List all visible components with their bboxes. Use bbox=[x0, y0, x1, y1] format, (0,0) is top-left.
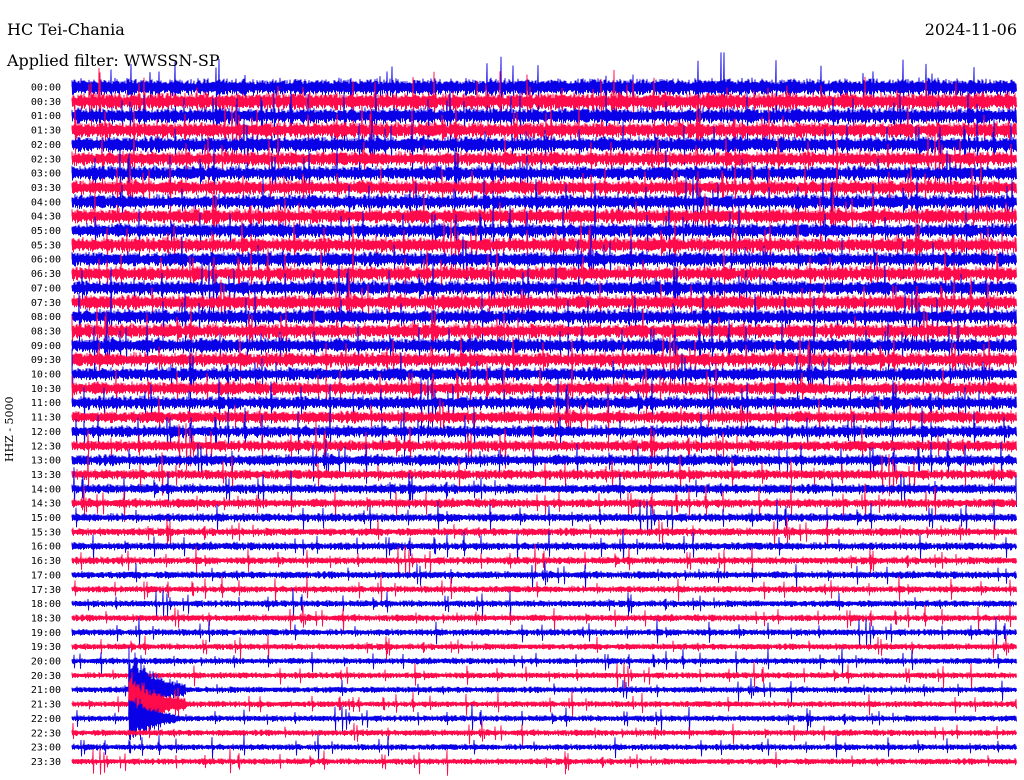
row-tick-label: 21:00 bbox=[31, 685, 61, 696]
row-tick-label: 17:00 bbox=[31, 570, 61, 581]
row-tick-label: 15:30 bbox=[31, 527, 61, 538]
trace-row-1830 bbox=[71, 604, 1017, 633]
row-tick-label: 00:30 bbox=[31, 97, 61, 108]
row-tick-label: 04:00 bbox=[31, 197, 61, 208]
trace-row-2030 bbox=[71, 661, 1017, 690]
row-label-layer: 00:00 00:30 01:00 01:30 02:00 02:30 03:00 03:30… bbox=[31, 83, 61, 768]
row-tick-label: 03:00 bbox=[31, 169, 61, 180]
trace-row-1900 bbox=[71, 617, 1017, 647]
filter-label: Applied filter: WWSSN-SP bbox=[7, 51, 220, 70]
row-tick-label: 15:00 bbox=[31, 513, 61, 524]
row-tick-label: 23:30 bbox=[31, 757, 61, 768]
helicorder-plot: 00:00 00:30 01:00 01:30 02:00 02:30 03:00 03:30… bbox=[31, 52, 1017, 776]
station-title: HC Tei-Chania bbox=[7, 20, 125, 39]
trace-row-0900 bbox=[71, 313, 1017, 377]
trace-row-2330 bbox=[71, 747, 1017, 776]
row-tick-label: 11:30 bbox=[31, 413, 61, 424]
row-tick-label: 17:30 bbox=[31, 585, 61, 596]
row-tick-label: 22:30 bbox=[31, 728, 61, 739]
row-tick-label: 01:30 bbox=[31, 126, 61, 137]
row-tick-label: 05:00 bbox=[31, 226, 61, 237]
row-tick-label: 14:00 bbox=[31, 484, 61, 495]
row-tick-label: 18:30 bbox=[31, 613, 61, 624]
trace-row-1730 bbox=[71, 574, 1017, 604]
trace-row-1100 bbox=[71, 372, 1017, 434]
row-tick-label: 16:30 bbox=[31, 556, 61, 567]
trace-row-0730 bbox=[71, 274, 1017, 333]
trace-layer bbox=[71, 52, 1017, 776]
row-tick-label: 23:00 bbox=[31, 743, 61, 754]
row-tick-label: 03:30 bbox=[31, 183, 61, 194]
record-date: 2024-11-06 bbox=[924, 20, 1017, 39]
row-tick-label: 10:00 bbox=[31, 370, 61, 381]
row-tick-label: 14:30 bbox=[31, 499, 61, 510]
row-tick-label: 13:30 bbox=[31, 470, 61, 481]
row-tick-label: 06:00 bbox=[31, 255, 61, 266]
trace-row-1930 bbox=[71, 635, 1017, 661]
row-tick-label: 12:00 bbox=[31, 427, 61, 438]
trace-row-2300 bbox=[71, 733, 1017, 761]
row-tick-label: 16:00 bbox=[31, 542, 61, 553]
trace-row-2000 bbox=[71, 647, 1017, 675]
row-tick-label: 08:30 bbox=[31, 326, 61, 337]
row-tick-label: 12:30 bbox=[31, 441, 61, 452]
row-tick-label: 07:00 bbox=[31, 283, 61, 294]
row-tick-label: 22:00 bbox=[31, 714, 61, 725]
row-tick-label: 09:00 bbox=[31, 341, 61, 352]
row-tick-label: 09:30 bbox=[31, 355, 61, 366]
row-tick-label: 11:00 bbox=[31, 398, 61, 409]
row-tick-label: 02:30 bbox=[31, 154, 61, 165]
row-tick-label: 10:30 bbox=[31, 384, 61, 395]
row-tick-label: 20:30 bbox=[31, 671, 61, 682]
row-tick-label: 08:00 bbox=[31, 312, 61, 323]
trace-row-1800 bbox=[71, 588, 1017, 620]
row-tick-label: 05:30 bbox=[31, 240, 61, 251]
row-tick-label: 06:30 bbox=[31, 269, 61, 280]
trace-row-2130 bbox=[71, 672, 1017, 737]
row-tick-label: 04:30 bbox=[31, 212, 61, 223]
row-tick-label: 19:30 bbox=[31, 642, 61, 653]
channel-axis-label-text: HHZ - 5000 bbox=[3, 396, 16, 462]
row-tick-label: 18:00 bbox=[31, 599, 61, 610]
row-tick-label: 13:00 bbox=[31, 456, 61, 467]
row-tick-label: 00:00 bbox=[31, 83, 61, 94]
row-tick-label: 20:00 bbox=[31, 657, 61, 668]
row-tick-label: 01:00 bbox=[31, 111, 61, 122]
row-tick-label: 02:00 bbox=[31, 140, 61, 151]
row-tick-label: 19:00 bbox=[31, 628, 61, 639]
row-tick-label: 07:30 bbox=[31, 298, 61, 309]
trace-row-2230 bbox=[71, 721, 1017, 746]
row-tick-label: 21:30 bbox=[31, 700, 61, 711]
